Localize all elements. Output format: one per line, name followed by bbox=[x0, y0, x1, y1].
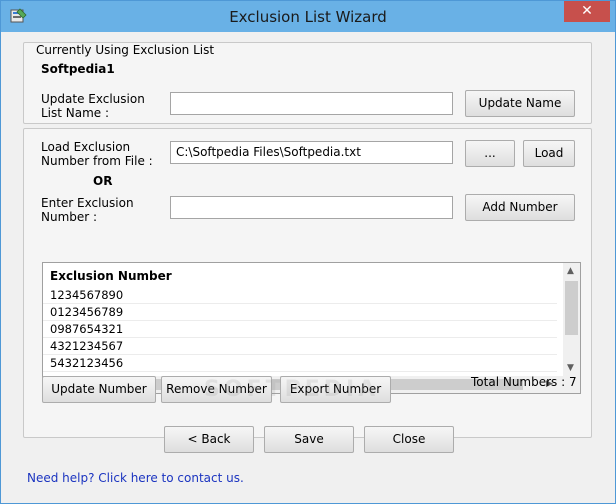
list-name-input[interactable] bbox=[170, 92, 453, 115]
scroll-down-icon[interactable]: ▼ bbox=[567, 364, 574, 373]
list-item[interactable]: 0987654321 bbox=[43, 321, 557, 338]
wizard-window: Exclusion List Wizard ✕ Currently Using … bbox=[0, 0, 616, 504]
update-name-button[interactable]: Update Name bbox=[465, 90, 575, 117]
load-file-label: Load Exclusion Number from File : bbox=[41, 140, 153, 168]
update-name-label-line2: List Name : bbox=[41, 106, 110, 120]
list-column-header[interactable]: Exclusion Number bbox=[50, 269, 172, 283]
list-item[interactable]: 4321234567 bbox=[43, 338, 557, 355]
list-item[interactable]: 1234567890 bbox=[43, 287, 557, 304]
watermark: SOFTPEDIA bbox=[204, 377, 380, 402]
help-link[interactable]: Need help? Click here to contact us. bbox=[27, 471, 244, 485]
load-file-label-line1: Load Exclusion bbox=[41, 140, 131, 154]
list-item[interactable]: 0123456789 bbox=[43, 304, 557, 321]
enter-number-label-line2: Number : bbox=[41, 210, 98, 224]
update-name-label-line1: Update Exclusion bbox=[41, 92, 145, 106]
window-close-button[interactable]: ✕ bbox=[564, 1, 610, 22]
load-button[interactable]: Load bbox=[523, 140, 575, 167]
or-separator: OR bbox=[93, 174, 113, 188]
close-button[interactable]: Close bbox=[364, 426, 454, 453]
window-title: Exclusion List Wizard bbox=[229, 8, 387, 26]
update-name-label: Update Exclusion List Name : bbox=[41, 92, 145, 120]
back-button[interactable]: < Back bbox=[164, 426, 254, 453]
enter-number-label-line1: Enter Exclusion bbox=[41, 196, 134, 210]
scroll-up-icon[interactable]: ▲ bbox=[567, 267, 574, 276]
current-list-name: Softpedia1 bbox=[41, 62, 115, 76]
title-bar[interactable]: Exclusion List Wizard ✕ bbox=[1, 1, 615, 32]
update-number-button[interactable]: Update Number bbox=[42, 376, 156, 403]
vertical-scrollbar[interactable]: ▲ ▼ bbox=[563, 263, 580, 376]
current-list-caption: Currently Using Exclusion List bbox=[36, 43, 215, 57]
total-numbers-label: Total Numbers : 7 bbox=[471, 375, 577, 389]
exclusion-number-input[interactable] bbox=[170, 196, 453, 219]
save-button[interactable]: Save bbox=[264, 426, 354, 453]
file-path-input[interactable]: C:\Softpedia Files\Softpedia.txt bbox=[170, 141, 453, 164]
client-area: Currently Using Exclusion List Softpedia… bbox=[8, 32, 608, 498]
add-number-button[interactable]: Add Number bbox=[465, 194, 575, 221]
load-file-label-line2: Number from File : bbox=[41, 154, 153, 168]
enter-number-label: Enter Exclusion Number : bbox=[41, 196, 134, 224]
current-list-group: Currently Using Exclusion List Softpedia… bbox=[23, 42, 592, 124]
list-item[interactable]: 5432123456 bbox=[43, 355, 557, 372]
browse-button[interactable]: ... bbox=[465, 140, 515, 167]
vertical-scroll-thumb[interactable] bbox=[565, 281, 578, 335]
